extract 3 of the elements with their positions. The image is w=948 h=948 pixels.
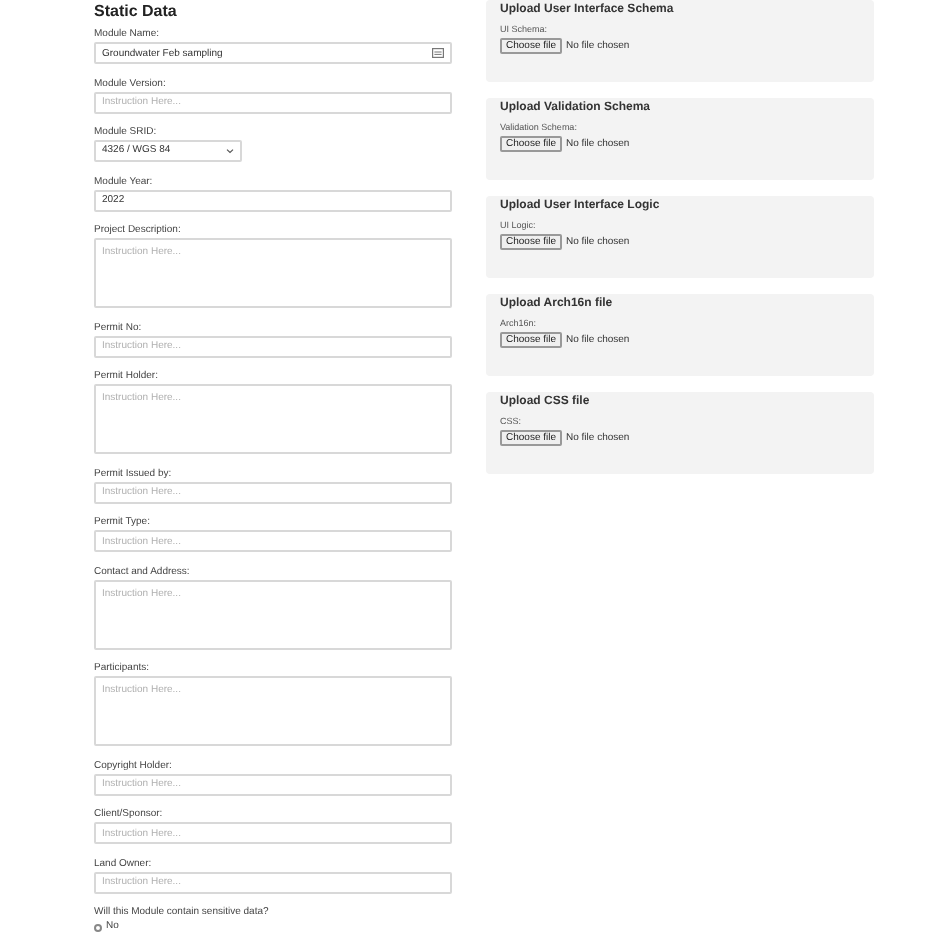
chevron-down-icon [226, 148, 234, 154]
section-title: Static Data [94, 2, 179, 20]
radio-button[interactable] [94, 923, 102, 931]
